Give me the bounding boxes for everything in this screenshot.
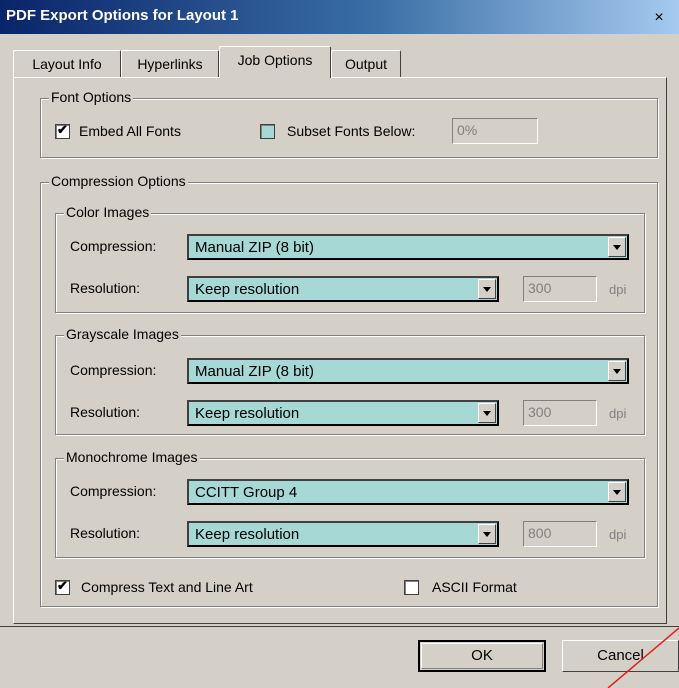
annotation-line	[607, 627, 679, 688]
grayscale-images-group: Grayscale Images Compression: Manual ZIP…	[55, 326, 645, 435]
chevron-down-icon[interactable]	[478, 279, 496, 299]
monochrome-dpi-field[interactable]: 800	[523, 521, 597, 547]
compression-label: Compression:	[70, 238, 157, 254]
grayscale-compression-select[interactable]: Manual ZIP (8 bit)	[187, 358, 629, 384]
ok-button[interactable]: OK	[418, 640, 546, 672]
chevron-down-icon[interactable]	[608, 361, 626, 381]
font-options-group: Font Options ✔ Embed All Fonts Subset Fo…	[40, 89, 658, 158]
dpi-unit: dpi	[609, 527, 627, 542]
chevron-down-icon[interactable]	[608, 237, 626, 257]
dpi-value: 300	[528, 280, 552, 296]
chevron-down-icon[interactable]	[478, 524, 496, 544]
ascii-format-checkbox[interactable]	[404, 580, 419, 595]
compress-text-label: Compress Text and Line Art	[81, 579, 253, 595]
color-resolution-select[interactable]: Keep resolution	[187, 276, 499, 302]
tab-hyperlinks[interactable]: Hyperlinks	[121, 50, 219, 77]
title-bar[interactable]: PDF Export Options for Layout 1 ×	[0, 0, 679, 34]
compression-options-group: Compression Options Color Images Compres…	[40, 173, 658, 607]
footer-divider	[0, 626, 679, 627]
color-images-legend: Color Images	[64, 204, 152, 220]
check-icon: ✔	[57, 122, 68, 137]
color-images-group: Color Images Compression: Manual ZIP (8 …	[55, 204, 645, 313]
monochrome-images-group: Monochrome Images Compression: CCITT Gro…	[55, 449, 645, 558]
tab-job-options[interactable]: Job Options	[219, 46, 331, 78]
resolution-label: Resolution:	[70, 525, 141, 541]
monochrome-compression-select[interactable]: CCITT Group 4	[187, 479, 629, 505]
job-options-panel: Font Options ✔ Embed All Fonts Subset Fo…	[13, 77, 667, 624]
select-value: Keep resolution	[195, 526, 300, 543]
dpi-unit: dpi	[609, 406, 627, 421]
grayscale-images-legend: Grayscale Images	[64, 326, 181, 342]
window-title: PDF Export Options for Layout 1	[6, 7, 239, 24]
tab-label: Hyperlinks	[137, 56, 203, 72]
compression-label: Compression:	[70, 362, 157, 378]
dpi-value: 800	[528, 525, 552, 541]
tab-output[interactable]: Output	[331, 50, 401, 77]
chevron-down-icon[interactable]	[608, 482, 626, 502]
ascii-format-label: ASCII Format	[432, 579, 517, 595]
font-options-legend: Font Options	[49, 89, 134, 105]
tab-layout-info[interactable]: Layout Info	[13, 50, 121, 77]
select-value: Keep resolution	[195, 405, 300, 422]
grayscale-dpi-field[interactable]: 300	[523, 400, 597, 426]
monochrome-resolution-select[interactable]: Keep resolution	[187, 521, 499, 547]
subset-fonts-label: Subset Fonts Below:	[287, 123, 416, 139]
ok-label: OK	[421, 643, 543, 669]
check-icon: ✔	[57, 578, 68, 593]
dpi-value: 300	[528, 404, 552, 420]
close-icon[interactable]: ×	[650, 10, 668, 26]
pdf-export-dialog: PDF Export Options for Layout 1 × Layout…	[0, 0, 679, 688]
select-value: Manual ZIP (8 bit)	[195, 363, 314, 380]
embed-all-fonts-checkbox[interactable]: ✔	[55, 122, 70, 139]
subset-fonts-checkbox[interactable]	[260, 124, 275, 139]
compress-text-checkbox[interactable]: ✔	[55, 578, 70, 595]
compression-label: Compression:	[70, 483, 157, 499]
resolution-label: Resolution:	[70, 280, 141, 296]
select-value: Manual ZIP (8 bit)	[195, 239, 314, 256]
select-value: CCITT Group 4	[195, 484, 298, 501]
tab-label: Job Options	[237, 52, 313, 68]
subset-fonts-field[interactable]: 0%	[452, 118, 538, 144]
chevron-down-icon[interactable]	[478, 403, 496, 423]
color-compression-select[interactable]: Manual ZIP (8 bit)	[187, 234, 629, 260]
dpi-unit: dpi	[609, 282, 627, 297]
select-value: Keep resolution	[195, 281, 300, 298]
embed-all-fonts-label: Embed All Fonts	[79, 123, 181, 139]
grayscale-resolution-select[interactable]: Keep resolution	[187, 400, 499, 426]
compression-options-legend: Compression Options	[49, 173, 188, 189]
subset-fonts-value: 0%	[457, 122, 478, 138]
tab-label: Output	[344, 56, 388, 72]
monochrome-images-legend: Monochrome Images	[64, 449, 200, 465]
resolution-label: Resolution:	[70, 404, 141, 420]
color-dpi-field[interactable]: 300	[523, 276, 597, 302]
tab-label: Layout Info	[32, 56, 102, 72]
